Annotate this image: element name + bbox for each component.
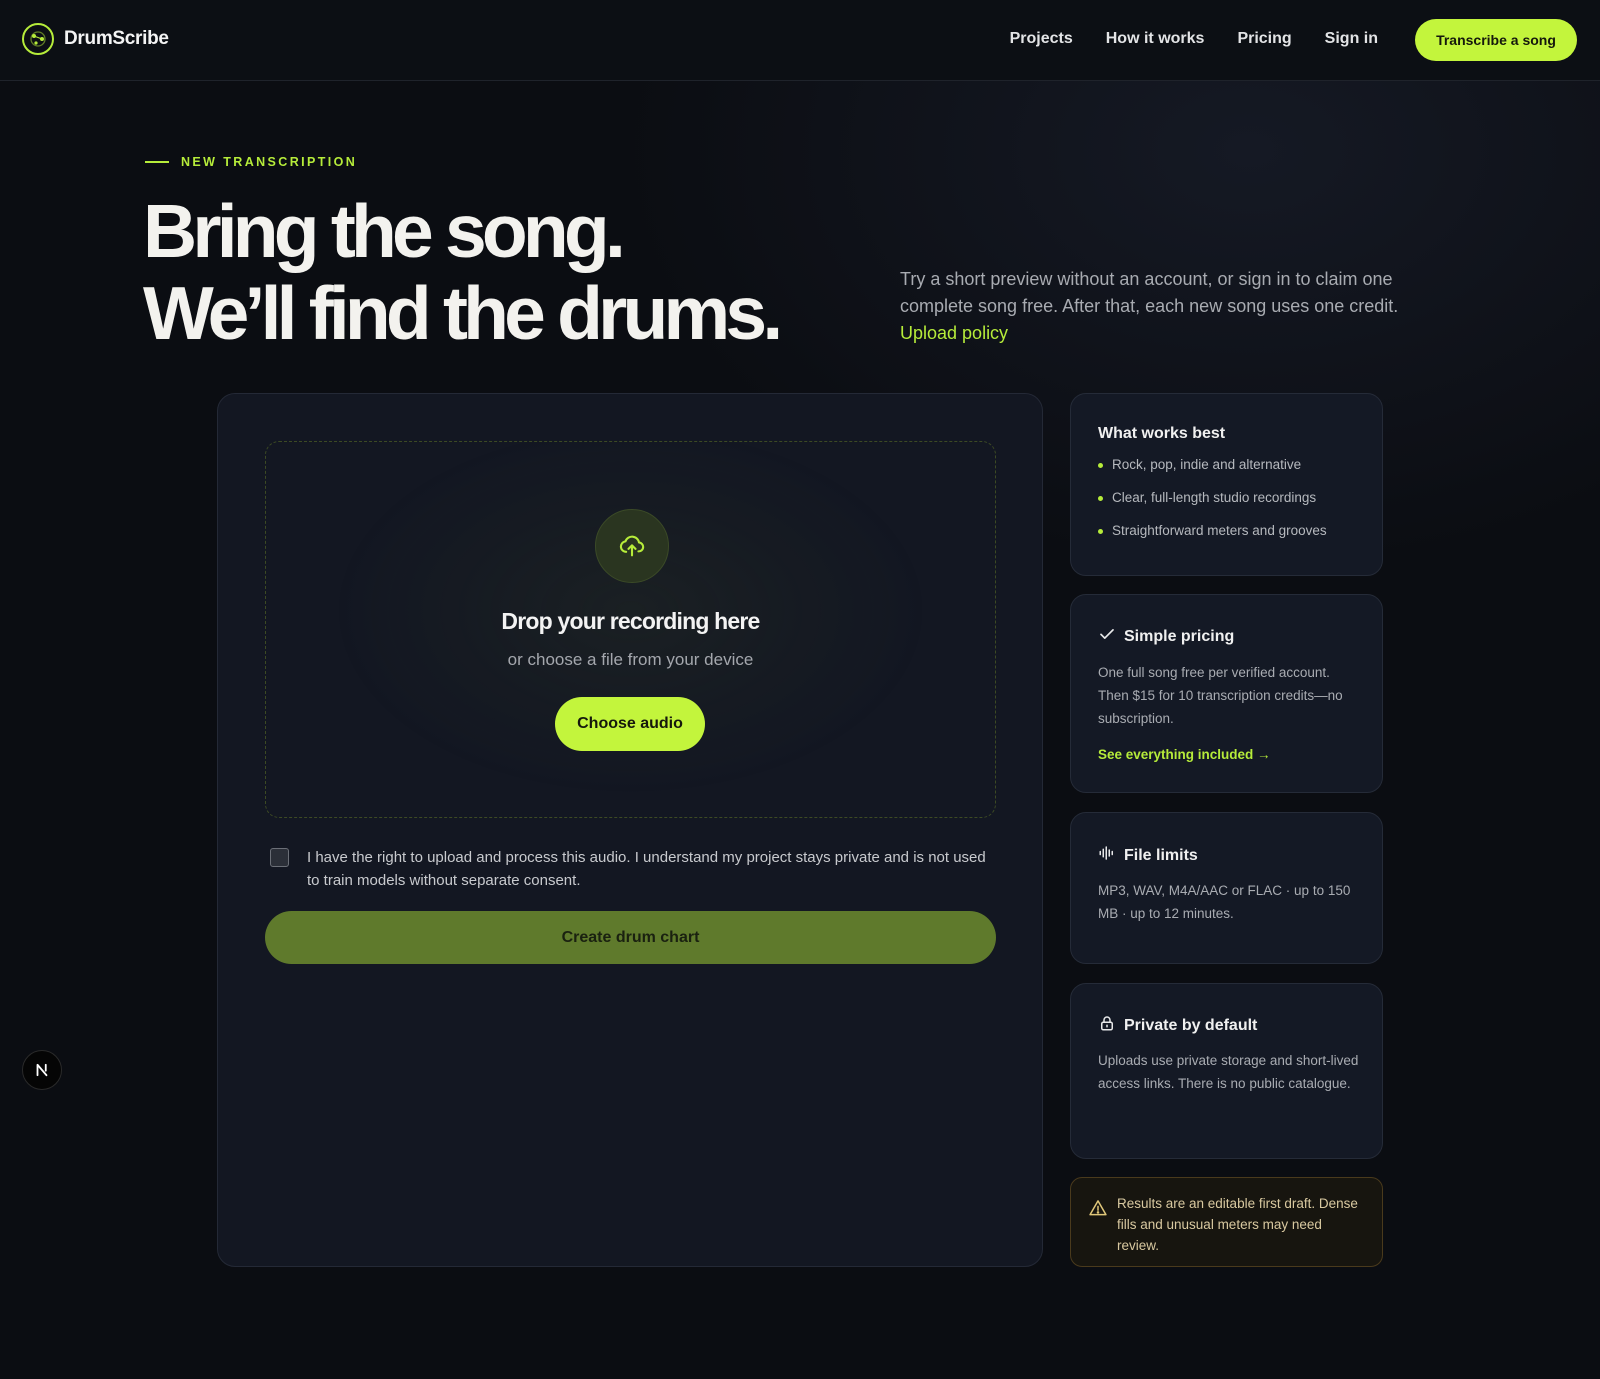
draft-warning: Results are an editable first draft. Den… bbox=[1070, 1177, 1383, 1267]
create-drum-chart-button[interactable]: Create drum chart bbox=[265, 911, 996, 964]
drum-logo-icon bbox=[22, 23, 54, 55]
check-icon bbox=[1098, 625, 1116, 648]
file-limits-body: MP3, WAV, M4A/AAC or FLAC · up to 150 MB… bbox=[1098, 883, 1351, 921]
privacy-title-row: Private by default bbox=[1098, 1014, 1257, 1037]
nextjs-icon[interactable] bbox=[22, 1050, 62, 1090]
privacy-body: Uploads use private storage and short-li… bbox=[1098, 1053, 1359, 1091]
works-best-card: What works best Rock, pop, indie and alt… bbox=[1070, 393, 1383, 576]
file-limits-title: File limits bbox=[1124, 846, 1198, 864]
dropzone[interactable]: Drop your recording here or choose a fil… bbox=[265, 441, 996, 818]
nav-link-projects[interactable]: Projects bbox=[1010, 30, 1073, 48]
list-item: Rock, pop, indie and alternative bbox=[1098, 457, 1327, 490]
hero-copy-text: Try a short preview without an account, … bbox=[900, 269, 1399, 316]
upload-card: Drop your recording here or choose a fil… bbox=[217, 393, 1043, 1267]
pricing-body: One full song free per verified account.… bbox=[1098, 665, 1343, 726]
consent-text: I have the right to upload and process t… bbox=[307, 849, 986, 889]
file-limits-title-row: File limits bbox=[1098, 844, 1198, 867]
pricing-card: Simple pricing One full song free per ve… bbox=[1070, 594, 1383, 793]
lock-icon bbox=[1098, 1014, 1116, 1037]
privacy-card: Private by default Uploads use private s… bbox=[1070, 983, 1383, 1159]
privacy-title: Private by default bbox=[1124, 1016, 1258, 1034]
brand[interactable]: DrumScribe bbox=[22, 23, 169, 55]
warning-text: Results are an editable first draft. Den… bbox=[1117, 1196, 1358, 1253]
transcribe-song-button[interactable]: Transcribe a song bbox=[1415, 19, 1577, 61]
top-nav: DrumScribe Projects How it works Pricing… bbox=[0, 0, 1600, 81]
works-best-list: Rock, pop, indie and alternative Clear, … bbox=[1098, 457, 1327, 556]
eyebrow-text: NEW TRANSCRIPTION bbox=[181, 155, 358, 169]
waveform-icon bbox=[1098, 844, 1116, 867]
cloud-upload-icon bbox=[595, 509, 669, 583]
choose-audio-button[interactable]: Choose audio bbox=[555, 697, 705, 751]
eyebrow: NEW TRANSCRIPTION bbox=[145, 155, 357, 169]
drop-title: Drop your recording here bbox=[501, 608, 760, 634]
consent-checkbox[interactable] bbox=[270, 848, 289, 867]
eyebrow-line bbox=[145, 161, 169, 163]
nav-links: Projects How it works Pricing Sign in bbox=[1010, 30, 1378, 48]
brand-name: DrumScribe bbox=[64, 28, 169, 49]
file-limits-card: File limits MP3, WAV, M4A/AAC or FLAC · … bbox=[1070, 812, 1383, 964]
warning-icon bbox=[1088, 1198, 1108, 1223]
nav-link-sign-in[interactable]: Sign in bbox=[1325, 30, 1378, 48]
headline-line-2: We’ll find the drums. bbox=[143, 271, 783, 355]
drop-subtitle: or choose a file from your device bbox=[507, 650, 754, 669]
works-best-title: What works best bbox=[1098, 425, 1226, 442]
page-title: Bring the song. We’ll find the drums. bbox=[143, 190, 843, 354]
list-item: Straightforward meters and grooves bbox=[1098, 523, 1327, 556]
upload-policy-link[interactable]: Upload policy bbox=[900, 323, 1008, 343]
nav-link-pricing[interactable]: Pricing bbox=[1237, 30, 1291, 48]
pricing-title-row: Simple pricing bbox=[1098, 625, 1234, 648]
see-everything-link[interactable]: See everything included → bbox=[1098, 747, 1271, 762]
list-item: Clear, full-length studio recordings bbox=[1098, 490, 1327, 523]
pricing-title: Simple pricing bbox=[1124, 627, 1235, 645]
consent-row[interactable]: I have the right to upload and process t… bbox=[270, 846, 990, 892]
nav-link-how-it-works[interactable]: How it works bbox=[1106, 30, 1205, 48]
hero-description: Try a short preview without an account, … bbox=[900, 266, 1430, 347]
headline-line-1: Bring the song. bbox=[143, 189, 626, 273]
